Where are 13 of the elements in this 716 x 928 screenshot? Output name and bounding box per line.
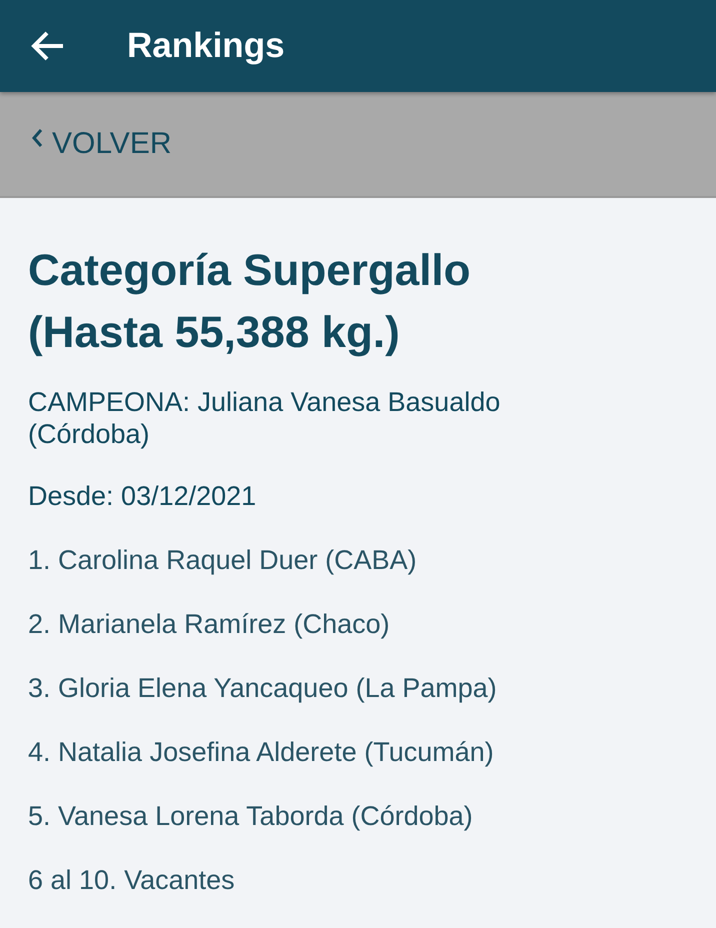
ranking-entry: 5. Vanesa Lorena Taborda (Córdoba) bbox=[28, 800, 474, 832]
ranking-entry: 4. Natalia Josefina Alderete (Tucumán) bbox=[28, 736, 495, 768]
ranking-entry: 3. Gloria Elena Yancaqueo (La Pampa) bbox=[28, 672, 498, 704]
ranking-entry: 1. Carolina Raquel Duer (CABA) bbox=[28, 544, 418, 576]
ranking-entry: 2. Marianela Ramírez (Chaco) bbox=[28, 608, 391, 640]
screen-title: Rankings bbox=[127, 26, 285, 66]
category-title: Categoría Supergallo (Hasta 55,388 kg.) bbox=[28, 245, 472, 359]
back-link[interactable]: VOLVER bbox=[30, 127, 172, 161]
champion-text: CAMPEONA: Juliana Vanesa Basualdo (Córdoba) bbox=[28, 386, 502, 450]
since-date: Desde: 03/12/2021 bbox=[28, 480, 258, 512]
back-arrow-icon[interactable] bbox=[31, 31, 65, 61]
ranking-entry: 6 al 10. Vacantes bbox=[28, 864, 236, 896]
chevron-left-icon bbox=[30, 127, 44, 149]
